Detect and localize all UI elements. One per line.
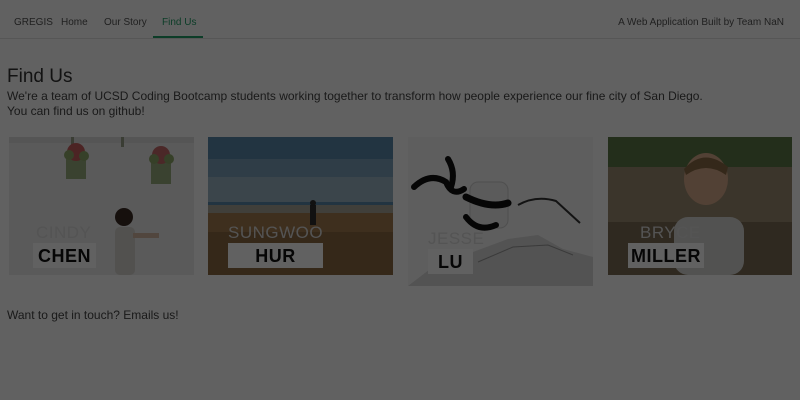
bryce-first-name: BRYCE	[640, 223, 701, 242]
sungwoo-first-name: SUNGWOO	[228, 223, 324, 242]
page-title: Find Us	[7, 66, 73, 87]
nav-our-story-link[interactable]: Our Story	[104, 17, 147, 29]
cindy-first-name: CINDY	[36, 223, 92, 242]
nav-home-link[interactable]: Home	[61, 17, 88, 29]
intro-line-1: We're a team of UCSD Coding Bootcamp stu…	[7, 89, 703, 103]
bryce-last-name: MILLER	[631, 245, 701, 266]
active-tab-indicator	[153, 36, 203, 38]
cindy-last-name: CHEN	[37, 245, 91, 266]
contact-text: Want to get in touch? Emails us!	[7, 308, 179, 322]
team-credit-text: A Web Application Built by Team NaN	[618, 17, 784, 28]
bryce-last-name-box: MILLER	[628, 243, 704, 268]
jesse-first-name: JESSE	[428, 229, 485, 248]
team-card-bryce[interactable]: BRYCE MILLER	[608, 137, 792, 275]
intro-line-2: You can find us on github!	[7, 104, 145, 118]
brand-link[interactable]: GREGIS	[14, 17, 53, 29]
jesse-last-name: LU	[438, 251, 463, 272]
top-navbar: GREGIS Home Our Story Find Us A Web Appl…	[0, 0, 800, 39]
sungwoo-last-name-box: HUR	[228, 243, 323, 268]
cindy-last-name-box: CHEN	[33, 243, 96, 268]
team-card-sungwoo[interactable]: SUNGWOO HUR	[208, 137, 393, 275]
nav-find-us-link[interactable]: Find Us	[162, 17, 196, 29]
sungwoo-last-name: HUR	[255, 245, 296, 266]
intro-text: We're a team of UCSD Coding Bootcamp stu…	[7, 89, 703, 119]
jesse-last-name-box: LU	[428, 249, 473, 274]
team-card-jesse[interactable]: JESSE LU	[408, 137, 593, 286]
team-card-cindy[interactable]: CINDY CHEN	[9, 137, 194, 275]
